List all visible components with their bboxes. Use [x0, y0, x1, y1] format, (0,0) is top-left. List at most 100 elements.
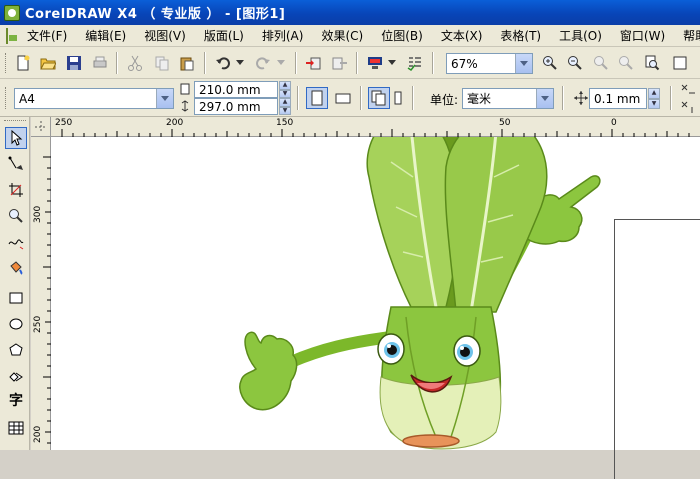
- page-height-field[interactable]: 297.0 mm: [194, 98, 278, 115]
- menu-bitmaps[interactable]: 位图(B): [372, 26, 432, 46]
- duplicate-distance-x-icon: [678, 82, 698, 98]
- paper-size-value: A4: [19, 91, 35, 106]
- welcome-screen-icon[interactable]: [404, 52, 426, 74]
- chevron-down-icon[interactable]: [515, 54, 532, 73]
- zoom-to-selected-icon[interactable]: [590, 52, 612, 74]
- window-title: CorelDRAW X4 （ 专业版 ） - [图形1]: [25, 7, 286, 22]
- property-bar: A4 210.0 mm ▲ ▼ 297.0 mm ▲ ▼ 单位: 毫米 0.1 mm…: [0, 79, 700, 117]
- nudge-distance-spinner[interactable]: ▲ ▼: [648, 88, 660, 109]
- page-height-spinner[interactable]: ▲ ▼: [279, 98, 291, 115]
- toolbar-grip[interactable]: [5, 87, 8, 109]
- export-icon[interactable]: [329, 52, 351, 74]
- portrait-orientation-icon[interactable]: [306, 87, 328, 109]
- import-icon[interactable]: [302, 52, 324, 74]
- shape-tool-icon[interactable]: [5, 153, 27, 175]
- horizontal-ruler[interactable]: 250 200 150 50 0: [51, 117, 700, 137]
- menu-text[interactable]: 文本(X): [432, 26, 492, 46]
- drawing-canvas[interactable]: [51, 137, 700, 479]
- undo-icon[interactable]: [212, 52, 234, 74]
- zoom-to-all-icon[interactable]: [615, 52, 637, 74]
- menu-table[interactable]: 表格(T): [491, 26, 550, 46]
- standard-toolbar: 67%: [0, 47, 700, 79]
- separator: [116, 52, 118, 74]
- separator: [297, 86, 299, 110]
- toolbox-grip[interactable]: [4, 120, 26, 121]
- ruler-label: 0: [611, 118, 617, 128]
- save-icon[interactable]: [63, 52, 85, 74]
- menu-help[interactable]: 帮助(H): [674, 26, 700, 46]
- rectangle-tool-icon[interactable]: [5, 287, 27, 309]
- landscape-orientation-icon[interactable]: [332, 87, 354, 109]
- zoom-to-page-icon[interactable]: [641, 52, 663, 74]
- menu-effects[interactable]: 效果(C): [312, 26, 372, 46]
- paste-icon[interactable]: [176, 52, 198, 74]
- freehand-tool-icon[interactable]: [5, 231, 27, 253]
- launcher-dropdown-icon[interactable]: [386, 52, 398, 74]
- toolbar-grip[interactable]: [5, 53, 8, 73]
- separator: [412, 86, 414, 110]
- menu-edit[interactable]: 编辑(E): [76, 26, 135, 46]
- ruler-label: 250: [33, 315, 43, 333]
- document-icon[interactable]: [6, 27, 17, 44]
- vertical-ruler[interactable]: 300 250 200: [31, 137, 51, 450]
- ruler-label: 200: [166, 118, 184, 128]
- coreldraw-logo-icon: [4, 4, 20, 21]
- chevron-down-icon[interactable]: [536, 89, 553, 108]
- separator: [295, 52, 297, 74]
- units-select[interactable]: 毫米: [462, 88, 554, 109]
- nudge-distance-value: 0.1 mm: [594, 91, 641, 106]
- ruler-label: 300: [33, 205, 43, 223]
- print-icon[interactable]: [89, 52, 111, 74]
- ruler-label: 150: [276, 118, 294, 128]
- new-document-icon[interactable]: [12, 52, 34, 74]
- ellipse-tool-icon[interactable]: [5, 313, 27, 335]
- pick-tool-icon[interactable]: [5, 127, 27, 149]
- redo-dropdown-icon[interactable]: [275, 52, 287, 74]
- lettuce-character-illustration[interactable]: [51, 137, 700, 450]
- nudge-distance-field[interactable]: 0.1 mm: [589, 88, 647, 109]
- text-tool-icon[interactable]: 字: [5, 389, 27, 411]
- chevron-down-icon[interactable]: [156, 89, 173, 108]
- undo-dropdown-icon[interactable]: [234, 52, 246, 74]
- separator: [432, 52, 434, 74]
- cut-icon[interactable]: [124, 52, 146, 74]
- paper-size-select[interactable]: A4: [14, 88, 174, 109]
- current-page-icon[interactable]: [392, 87, 404, 109]
- crop-tool-icon[interactable]: [5, 179, 27, 201]
- menu-arrange[interactable]: 排列(A): [253, 26, 313, 46]
- zoom-level-value: 67%: [451, 56, 478, 71]
- ruler-label: 50: [499, 118, 511, 128]
- page-width-value: 210.0 mm: [199, 82, 261, 97]
- separator: [562, 86, 564, 110]
- page-width-spinner[interactable]: ▲ ▼: [279, 81, 291, 98]
- zoom-out-icon[interactable]: [564, 52, 586, 74]
- separator: [360, 86, 362, 110]
- application-launcher-icon[interactable]: [364, 52, 386, 74]
- ruler-origin[interactable]: [31, 117, 51, 137]
- smart-fill-tool-icon[interactable]: [5, 257, 27, 279]
- redo-icon[interactable]: [252, 52, 274, 74]
- title-bar: CorelDRAW X4 （ 专业版 ） - [图形1]: [0, 0, 700, 25]
- menu-tools[interactable]: 工具(O): [550, 26, 611, 46]
- page-width-field[interactable]: 210.0 mm: [194, 81, 278, 98]
- page-height-value: 297.0 mm: [199, 99, 261, 114]
- zoom-level-select[interactable]: 67%: [446, 53, 533, 74]
- menu-layout[interactable]: 版面(L): [195, 26, 253, 46]
- open-folder-icon[interactable]: [37, 52, 59, 74]
- menu-view[interactable]: 视图(V): [135, 26, 195, 46]
- separator: [356, 52, 358, 74]
- ruler-ticks: [43, 156, 51, 444]
- zoom-tool-icon[interactable]: [5, 205, 27, 227]
- page-width-icon[interactable]: [669, 52, 691, 74]
- all-pages-icon[interactable]: [368, 87, 390, 109]
- ruler-ticks: [61, 129, 690, 137]
- basic-shapes-tool-icon[interactable]: [5, 365, 27, 387]
- zoom-in-icon[interactable]: [539, 52, 561, 74]
- menu-file[interactable]: 文件(F): [18, 26, 76, 46]
- separator: [670, 86, 672, 110]
- toolbox: 字: [0, 117, 30, 450]
- polygon-tool-icon[interactable]: [5, 339, 27, 361]
- menu-window[interactable]: 窗口(W): [611, 26, 674, 46]
- copy-icon[interactable]: [151, 52, 173, 74]
- table-tool-icon[interactable]: [5, 417, 27, 439]
